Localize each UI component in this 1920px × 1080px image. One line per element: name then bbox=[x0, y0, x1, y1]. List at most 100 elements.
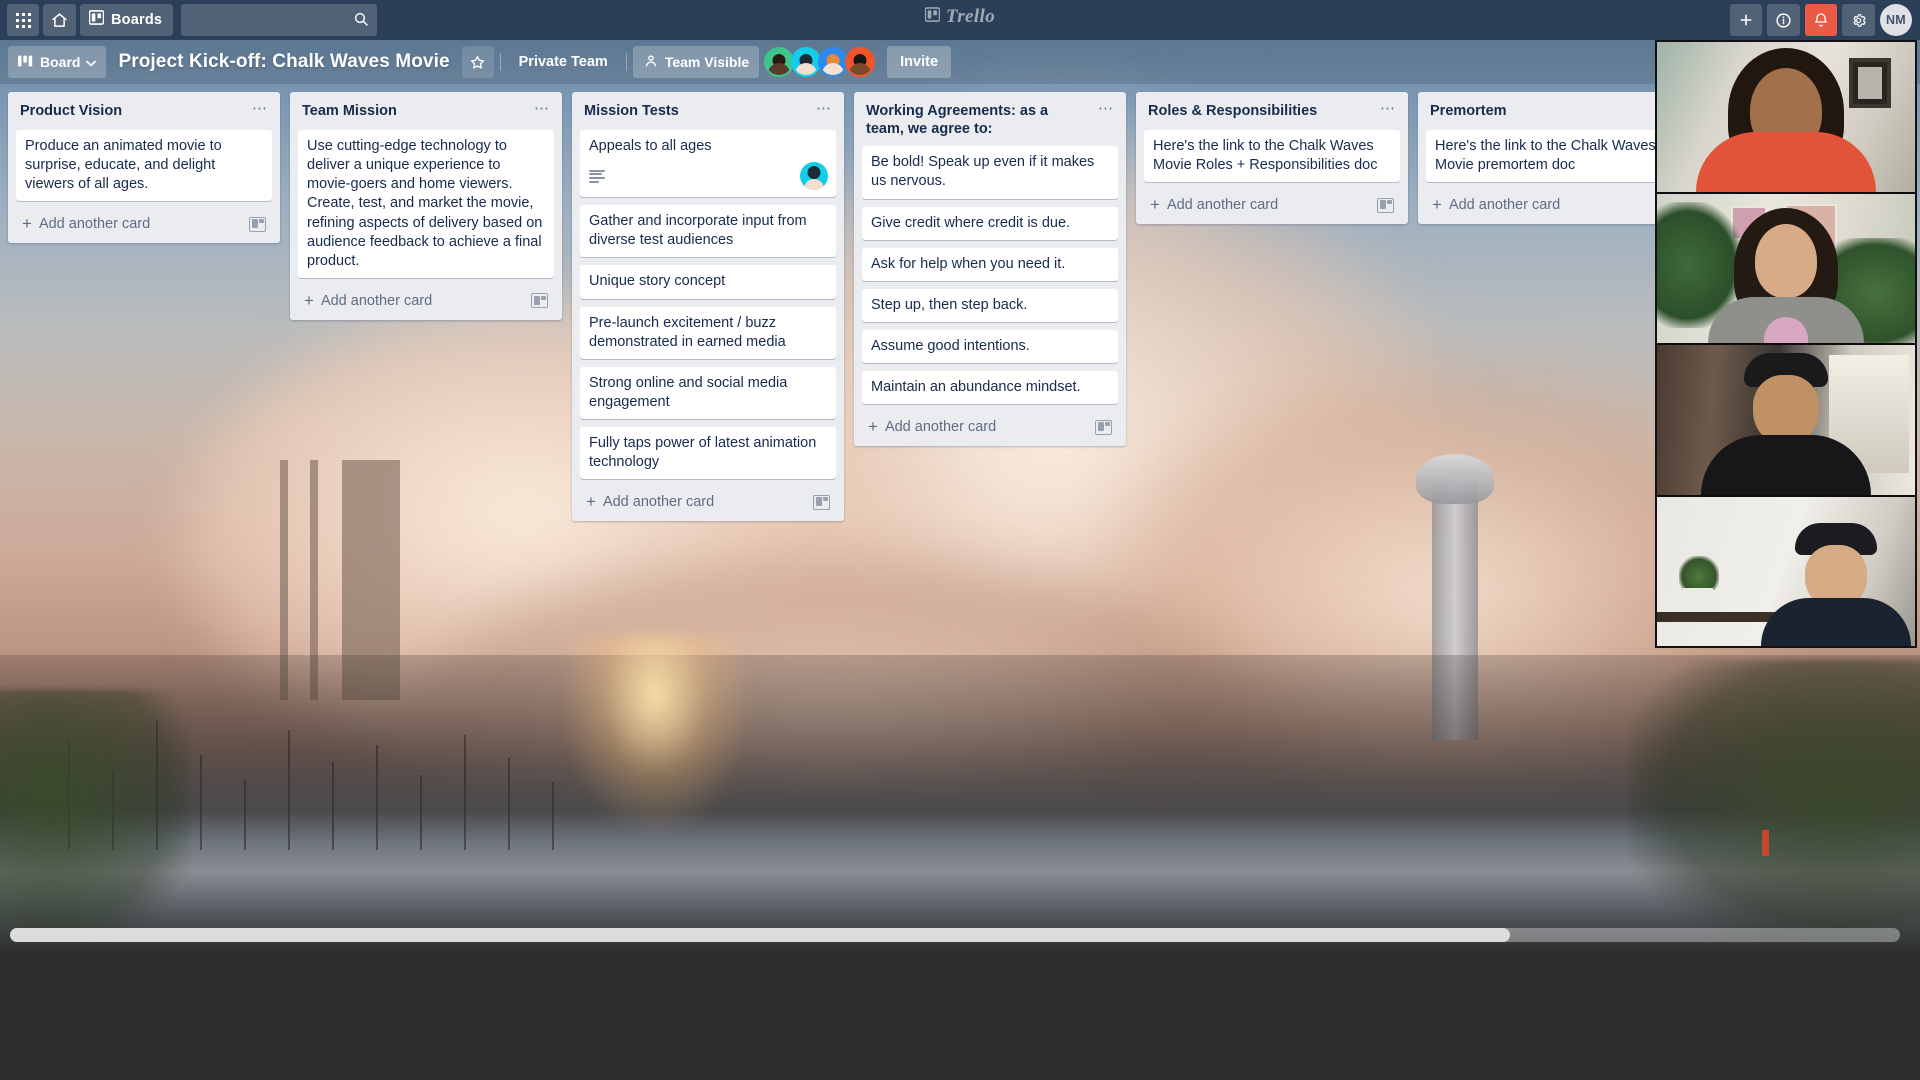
card-title: Be bold! Speak up even if it makes us ne… bbox=[871, 154, 1095, 190]
home-icon[interactable] bbox=[43, 4, 76, 36]
list-menu-icon[interactable]: ⋯ bbox=[1376, 101, 1400, 116]
visibility-button[interactable]: Team Visible bbox=[632, 46, 760, 78]
card-template-icon[interactable] bbox=[1095, 419, 1112, 435]
people-icon bbox=[643, 54, 659, 71]
boards-button[interactable]: Boards bbox=[80, 4, 174, 36]
card-title: Assume good intentions. bbox=[871, 337, 1030, 354]
plus-icon: + bbox=[868, 417, 878, 437]
card-template-icon[interactable] bbox=[813, 494, 830, 510]
board-member-avatar[interactable] bbox=[791, 47, 822, 77]
add-card-label: Add another card bbox=[1448, 197, 1561, 214]
board-card[interactable]: Ask for help when you need it. bbox=[862, 247, 1118, 281]
invite-button[interactable]: Invite bbox=[887, 46, 952, 78]
board-card[interactable]: Here's the link to the Chalk Waves Movie… bbox=[1426, 130, 1682, 183]
board-member-avatar[interactable] bbox=[764, 47, 795, 77]
list-title[interactable]: Team Mission bbox=[302, 102, 403, 120]
participant-tile-1[interactable] bbox=[1657, 42, 1915, 192]
team-name-button[interactable]: Private Team bbox=[507, 46, 620, 78]
list-title[interactable]: Product Vision bbox=[20, 102, 128, 120]
list-title[interactable]: Mission Tests bbox=[584, 102, 685, 120]
list-title[interactable]: Premortem bbox=[1430, 102, 1513, 120]
avatar-body bbox=[849, 63, 872, 75]
board-member-avatar[interactable] bbox=[818, 47, 849, 77]
plus-icon: + bbox=[22, 214, 32, 234]
card-member-avatar[interactable] bbox=[800, 162, 828, 191]
list-menu-icon[interactable]: ⋯ bbox=[248, 101, 272, 116]
participant-tile-3[interactable] bbox=[1657, 345, 1915, 495]
search-input[interactable] bbox=[181, 4, 378, 36]
participant-tile-2[interactable] bbox=[1657, 193, 1915, 343]
add-card-button[interactable]: + Add another card bbox=[1140, 190, 1404, 220]
board-card[interactable]: Step up, then step back. bbox=[862, 288, 1118, 322]
board-card[interactable]: Fully taps power of latest animation tec… bbox=[580, 427, 836, 480]
board-horizontal-scrollbar[interactable] bbox=[10, 928, 1900, 942]
list-header: Team Mission ⋯ bbox=[290, 92, 562, 130]
board-view-switcher[interactable]: Board bbox=[8, 46, 107, 78]
board-card[interactable]: Here's the link to the Chalk Waves Movie… bbox=[1144, 130, 1400, 183]
board-card[interactable]: Appeals to all ages bbox=[580, 130, 836, 198]
board-card[interactable]: Strong online and social media engagemen… bbox=[580, 366, 836, 419]
plant-pot bbox=[1683, 588, 1713, 612]
avatar-body bbox=[795, 63, 818, 75]
card-template-icon[interactable] bbox=[531, 293, 548, 309]
board-members bbox=[764, 47, 876, 77]
list-header: Working Agreements: as a team, we agree … bbox=[854, 92, 1126, 146]
board-list: Mission Tests ⋯ Appeals to all ages Gather … bbox=[572, 92, 844, 522]
board-header-bar: Board Project Kick-off: Chalk Waves Movi… bbox=[0, 40, 1920, 84]
add-card-label: Add another card bbox=[1166, 197, 1279, 214]
list-title[interactable]: Working Agreements: as a team, we agree … bbox=[866, 102, 1094, 138]
page-title: Project Kick-off: Chalk Waves Movie bbox=[118, 51, 450, 72]
participant-torso bbox=[1761, 598, 1911, 646]
trello-board-icon bbox=[924, 7, 941, 27]
search-box[interactable] bbox=[181, 4, 378, 36]
participant-tile-4[interactable] bbox=[1657, 496, 1915, 646]
grid-apps-icon[interactable] bbox=[7, 4, 39, 36]
plus-icon[interactable] bbox=[1730, 4, 1762, 36]
add-card-button[interactable]: + Add another card bbox=[1422, 190, 1686, 220]
avatar-body bbox=[768, 63, 791, 75]
boards-label: Boards bbox=[111, 12, 163, 28]
visibility-label: Team Visible bbox=[664, 54, 750, 70]
card-template-icon[interactable] bbox=[1377, 197, 1394, 213]
trello-app: Boards Trello NM Board Project Kick-off:… bbox=[0, 0, 1920, 1080]
add-card-button[interactable]: + Add another card bbox=[576, 487, 840, 517]
list-title[interactable]: Roles & Responsibilities bbox=[1148, 102, 1323, 120]
list-cards: Appeals to all ages Gather and incorporat… bbox=[572, 130, 844, 487]
board-card[interactable]: Give credit where credit is due. bbox=[862, 206, 1118, 240]
avatar[interactable]: NM bbox=[1880, 4, 1912, 36]
board-member-avatar[interactable] bbox=[845, 47, 876, 77]
board-card[interactable]: Pre-launch excitement / buzz demonstrate… bbox=[580, 306, 836, 359]
chevron-down-icon bbox=[86, 54, 97, 70]
board-card[interactable]: Be bold! Speak up even if it makes us ne… bbox=[862, 146, 1118, 199]
board-card[interactable]: Gather and incorporate input from divers… bbox=[580, 205, 836, 258]
card-title: Produce an animated movie to surprise, e… bbox=[25, 138, 222, 193]
board-card[interactable]: Unique story concept bbox=[580, 265, 836, 299]
list-header: Roles & Responsibilities ⋯ bbox=[1136, 92, 1408, 130]
board-list: Premortem⋯ Here's the link to the Chalk W… bbox=[1418, 92, 1690, 225]
list-menu-icon[interactable]: ⋯ bbox=[812, 101, 836, 116]
board-card[interactable]: Use cutting-edge technology to deliver a… bbox=[298, 130, 554, 278]
plus-icon: + bbox=[1150, 195, 1160, 215]
list-menu-icon[interactable]: ⋯ bbox=[530, 101, 554, 116]
gear-icon[interactable] bbox=[1842, 4, 1875, 36]
add-card-button[interactable]: + Add another card bbox=[858, 412, 1122, 442]
card-template-icon[interactable] bbox=[249, 216, 266, 232]
add-card-label: Add another card bbox=[38, 216, 151, 233]
board-card[interactable]: Produce an animated movie to surprise, e… bbox=[16, 130, 272, 202]
info-circle-icon[interactable] bbox=[1767, 4, 1800, 36]
board-card[interactable]: Assume good intentions. bbox=[862, 329, 1118, 363]
card-title: Give credit where credit is due. bbox=[871, 214, 1071, 231]
search-icon bbox=[353, 11, 369, 32]
scrollbar-thumb[interactable] bbox=[10, 928, 1510, 942]
bell-icon[interactable] bbox=[1805, 4, 1837, 36]
card-title: Ask for help when you need it. bbox=[871, 255, 1066, 272]
list-menu-icon[interactable]: ⋯ bbox=[1094, 101, 1118, 116]
video-call-panel[interactable] bbox=[1655, 40, 1917, 648]
card-title: Maintain an abundance mindset. bbox=[871, 379, 1081, 395]
star-icon[interactable] bbox=[461, 46, 494, 78]
add-card-button[interactable]: + Add another card bbox=[294, 286, 558, 316]
add-card-button[interactable]: + Add another card bbox=[12, 209, 276, 239]
bottom-bar bbox=[0, 955, 1920, 1080]
board-card[interactable]: Maintain an abundance mindset. bbox=[862, 371, 1118, 405]
description-icon bbox=[589, 169, 605, 183]
